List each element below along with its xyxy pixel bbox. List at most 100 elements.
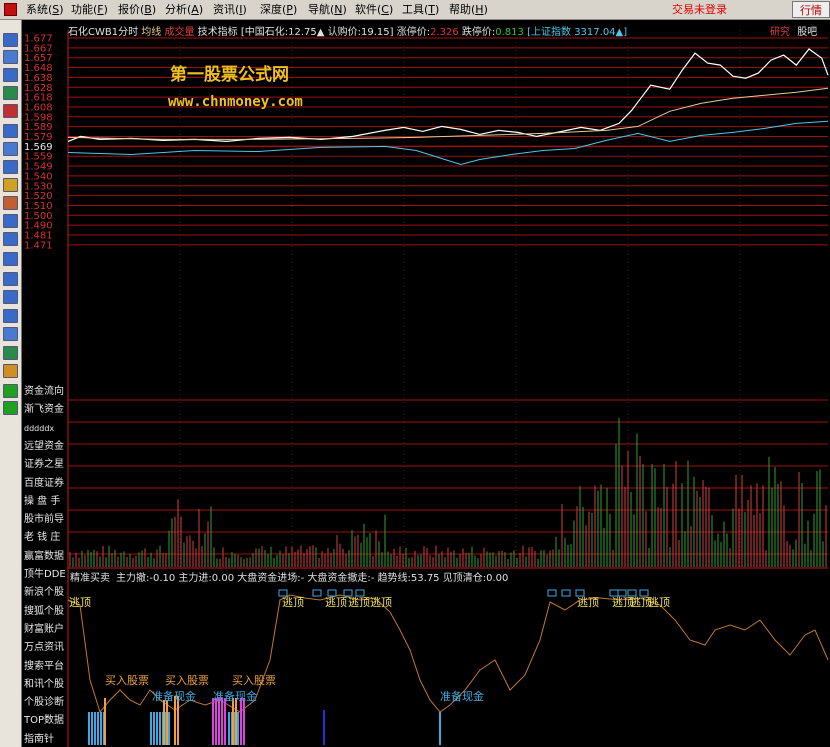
signal-icon[interactable] (3, 327, 18, 341)
quote-button[interactable]: 行情 (792, 1, 830, 18)
menu-item-hotkey: C (381, 3, 389, 16)
menu-item-label: 软件( (355, 3, 382, 16)
arrow-down-icon[interactable] (3, 401, 18, 415)
news-icon[interactable] (3, 160, 18, 174)
menu-item-hotkey: H (475, 3, 484, 16)
signal-bar (94, 712, 96, 745)
escape-marker (312, 589, 322, 597)
signal-bar (104, 698, 106, 745)
menu-item-6[interactable]: 导航(N) (308, 2, 347, 17)
signal-bar (240, 698, 242, 745)
signal-bar (221, 698, 223, 745)
signal-bar (323, 710, 325, 745)
chart-up-icon[interactable] (3, 309, 18, 323)
sort-icon[interactable] (3, 214, 18, 228)
signal-bar (163, 700, 165, 745)
menu-item-hotkey: A (191, 3, 199, 16)
buy-signal-label: 买入股票 (232, 674, 276, 687)
escape-signal-label: 逃顶 (348, 596, 370, 609)
left-toolbar (0, 20, 22, 747)
menu-item-label: 分析( (165, 3, 192, 16)
signal-bar (168, 712, 170, 745)
escape-signal-label: 逃顶 (325, 596, 347, 609)
menu-item-close: ) (388, 3, 394, 16)
signal-bar (150, 712, 152, 745)
cash-signal-label: 准备现金 (440, 689, 484, 703)
table-icon[interactable] (3, 50, 18, 64)
menu-item-hotkey: B (144, 3, 152, 16)
star-icon[interactable] (3, 178, 18, 192)
signal-bar (224, 698, 226, 745)
indicator-values: 主力撤:-0.10 主力进:0.00 大盘资金进场:- 大盘资金撤走:- 趋势线… (116, 571, 508, 584)
menu-item-4[interactable]: 资讯(I) (213, 2, 247, 17)
menu-item-label: 报价( (118, 3, 145, 16)
signal-bar (159, 712, 161, 745)
menu-item-close: ) (483, 3, 488, 16)
menu-item-0[interactable]: 系统(S) (26, 2, 64, 17)
signal-bar (153, 712, 155, 745)
grid-icon[interactable] (3, 33, 18, 47)
price-axis-label: 1.471 (24, 240, 53, 251)
menu-item-label: 导航( (308, 3, 335, 16)
menu-item-close: ) (59, 3, 64, 16)
people-icon[interactable] (3, 196, 18, 210)
menu-item-label: 工具( (402, 3, 429, 16)
signal-bar (97, 712, 99, 745)
menu-item-2[interactable]: 报价(B) (118, 2, 156, 17)
signal-bar (177, 696, 179, 745)
signal-bar (174, 696, 176, 745)
login-status[interactable]: 交易未登录 (672, 2, 727, 17)
menu-item-1[interactable]: 功能(F) (71, 2, 108, 17)
escape-signal-label: 逃顶 (370, 596, 392, 609)
line-chart-icon[interactable] (3, 86, 18, 100)
menu-item-close: ) (292, 3, 298, 16)
buy-signal-label: 买入股票 (105, 674, 149, 687)
menu-item-label: 深度( (260, 3, 287, 16)
menu-item-close: ) (103, 3, 108, 16)
escape-marker (561, 589, 571, 597)
export-icon[interactable] (3, 346, 18, 360)
signal-bar (88, 712, 90, 745)
cash-signal-label: 准备现金 (213, 689, 257, 703)
pencil-icon[interactable] (3, 364, 18, 378)
signal-bar (237, 712, 239, 745)
menu-item-close: ) (435, 3, 440, 16)
watermark-title: 第一股票公式网 (170, 64, 289, 85)
menu-bar: 系统(S) 功能(F) 报价(B) 分析(A) 资讯(I) 深度(P) 导航(N) 软件(C)… (0, 0, 830, 20)
menu-item-label: 功能( (71, 3, 98, 16)
candle-icon[interactable] (3, 104, 18, 118)
indicator-name: 精准买卖 (70, 571, 110, 584)
menu-item-label: 系统( (26, 3, 53, 16)
escape-signal-label: 逃顶 (648, 596, 670, 609)
percent-icon[interactable] (3, 232, 18, 246)
menu-item-close: ) (151, 3, 157, 16)
signal-bar (228, 712, 230, 745)
signal-bar (100, 712, 102, 745)
wave-icon[interactable] (3, 272, 18, 286)
arrow-up-icon[interactable] (3, 384, 18, 398)
compare-icon[interactable] (3, 290, 18, 304)
menu-item-8[interactable]: 工具(T) (402, 2, 439, 17)
menu-item-7[interactable]: 软件(C) (355, 2, 393, 17)
menu-item-5[interactable]: 深度(P) (260, 2, 297, 17)
etf-icon[interactable] (3, 252, 18, 266)
list-icon[interactable] (3, 68, 18, 82)
menu-item-hotkey: P (286, 3, 293, 16)
cash-signal-label: 准备现金 (152, 689, 196, 703)
document-icon[interactable] (3, 142, 18, 156)
menu-item-label: 资讯( (213, 3, 240, 16)
menu-item-close: ) (198, 3, 204, 16)
menu-item-3[interactable]: 分析(A) (165, 2, 203, 17)
menu-item-9[interactable]: 帮助(H) (449, 2, 488, 17)
menu-item-close: ) (242, 3, 247, 16)
buy-signal-label: 买入股票 (165, 674, 209, 687)
app-logo-icon (4, 3, 17, 16)
escape-signal-label: 逃顶 (577, 596, 599, 609)
signal-bar (243, 698, 245, 745)
bars-icon[interactable] (3, 124, 18, 138)
signal-bar (232, 698, 234, 745)
signal-bar (212, 698, 214, 745)
intraday-chart[interactable]: 1.6771.6671.6571.6481.6381.6281.6181.608… (22, 20, 830, 747)
watermark-url: www.chnmoney.com (168, 94, 303, 110)
signal-bar (215, 698, 217, 745)
